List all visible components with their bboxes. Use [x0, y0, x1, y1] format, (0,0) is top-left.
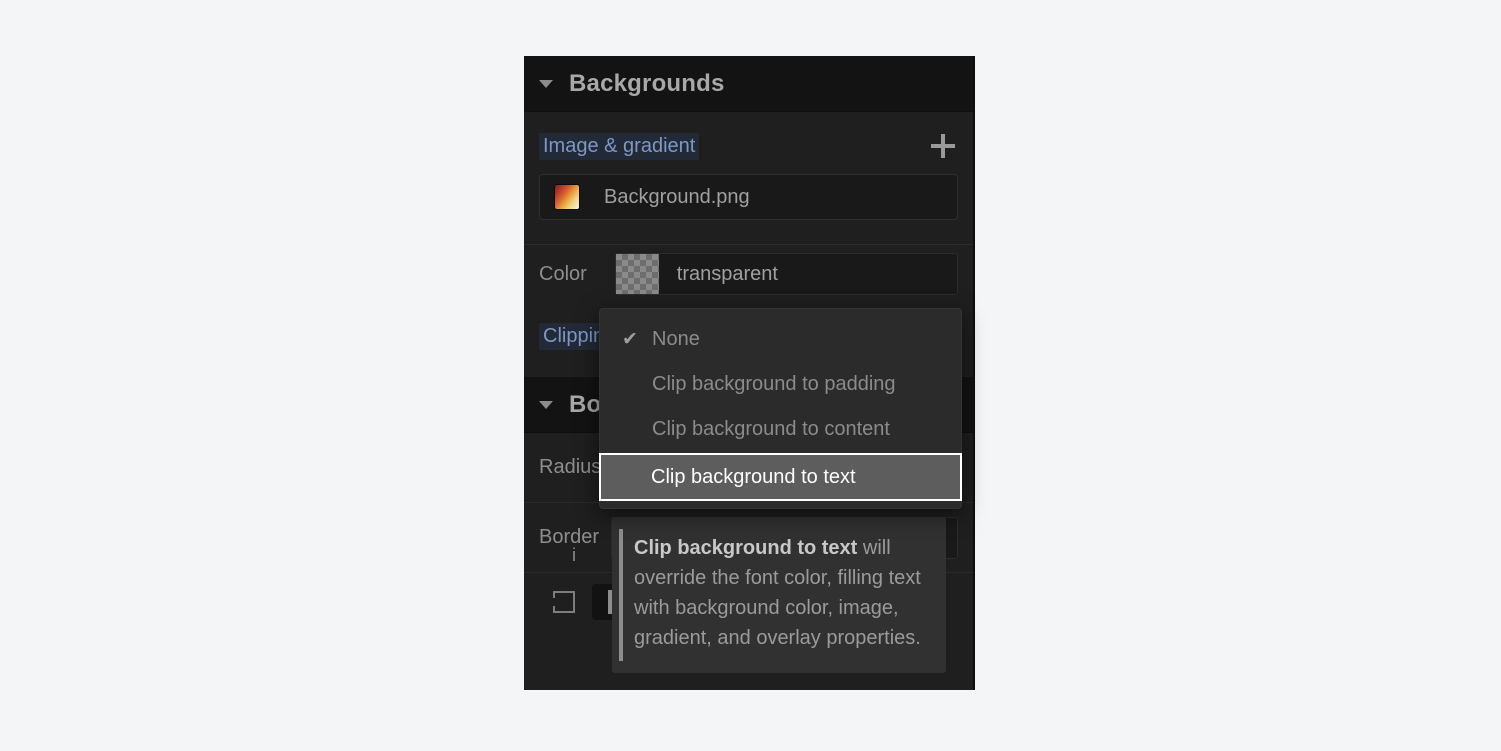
- menu-item-clip-to-text[interactable]: Clip background to text: [599, 453, 962, 501]
- radius-label: Radius: [539, 456, 602, 478]
- tooltip-bold-lead: Clip background to text: [634, 537, 858, 559]
- menu-item-label: None: [652, 328, 700, 350]
- image-gradient-label: Image & gradient: [539, 132, 700, 160]
- color-label: Color: [539, 262, 587, 285]
- menu-item-none[interactable]: ✔ None: [600, 317, 961, 362]
- color-row: Color transparent: [524, 249, 973, 299]
- tooltip-text: Clip background to text will override th…: [634, 533, 928, 653]
- screen: Backgrounds Image & gradient Background.…: [0, 0, 1501, 751]
- image-gradient-row: Image & gradient: [524, 122, 973, 170]
- check-icon-placeholder: [622, 375, 652, 394]
- scrollbar[interactable]: [967, 56, 973, 690]
- transparent-checkerboard-swatch[interactable]: [615, 254, 659, 294]
- plus-icon[interactable]: [928, 131, 958, 161]
- gradient-thumbnail-icon: [554, 184, 580, 210]
- check-icon-placeholder: [621, 468, 651, 487]
- triangle-down-icon[interactable]: [539, 400, 553, 409]
- menu-item-clip-to-content[interactable]: Clip background to content: [600, 407, 961, 452]
- triangle-down-icon[interactable]: [539, 79, 553, 88]
- list-item[interactable]: Background.png: [539, 174, 958, 220]
- clipping-tooltip: Clip background to text will override th…: [612, 517, 946, 673]
- border-all-sides-icon[interactable]: [546, 584, 582, 620]
- layer-name-label: Background.png: [604, 185, 750, 208]
- check-icon-placeholder: [622, 420, 652, 439]
- border-label: Border: [539, 526, 600, 548]
- menu-item-label: Clip background to text: [651, 465, 856, 488]
- backgrounds-section-header[interactable]: Backgrounds: [524, 56, 973, 112]
- borders-section-title: Bo: [569, 390, 602, 418]
- clipping-dropdown-menu: ✔ None Clip background to padding Clip b…: [599, 308, 962, 509]
- menu-item-clip-to-padding[interactable]: Clip background to padding: [600, 362, 961, 407]
- check-icon: ✔: [622, 329, 638, 350]
- color-value: transparent: [676, 262, 778, 285]
- color-field[interactable]: transparent: [614, 253, 958, 295]
- backgrounds-section-title: Backgrounds: [569, 69, 725, 97]
- divider: [524, 244, 973, 245]
- menu-item-label: Clip background to content: [652, 418, 890, 440]
- menu-item-label: Clip background to padding: [652, 373, 896, 395]
